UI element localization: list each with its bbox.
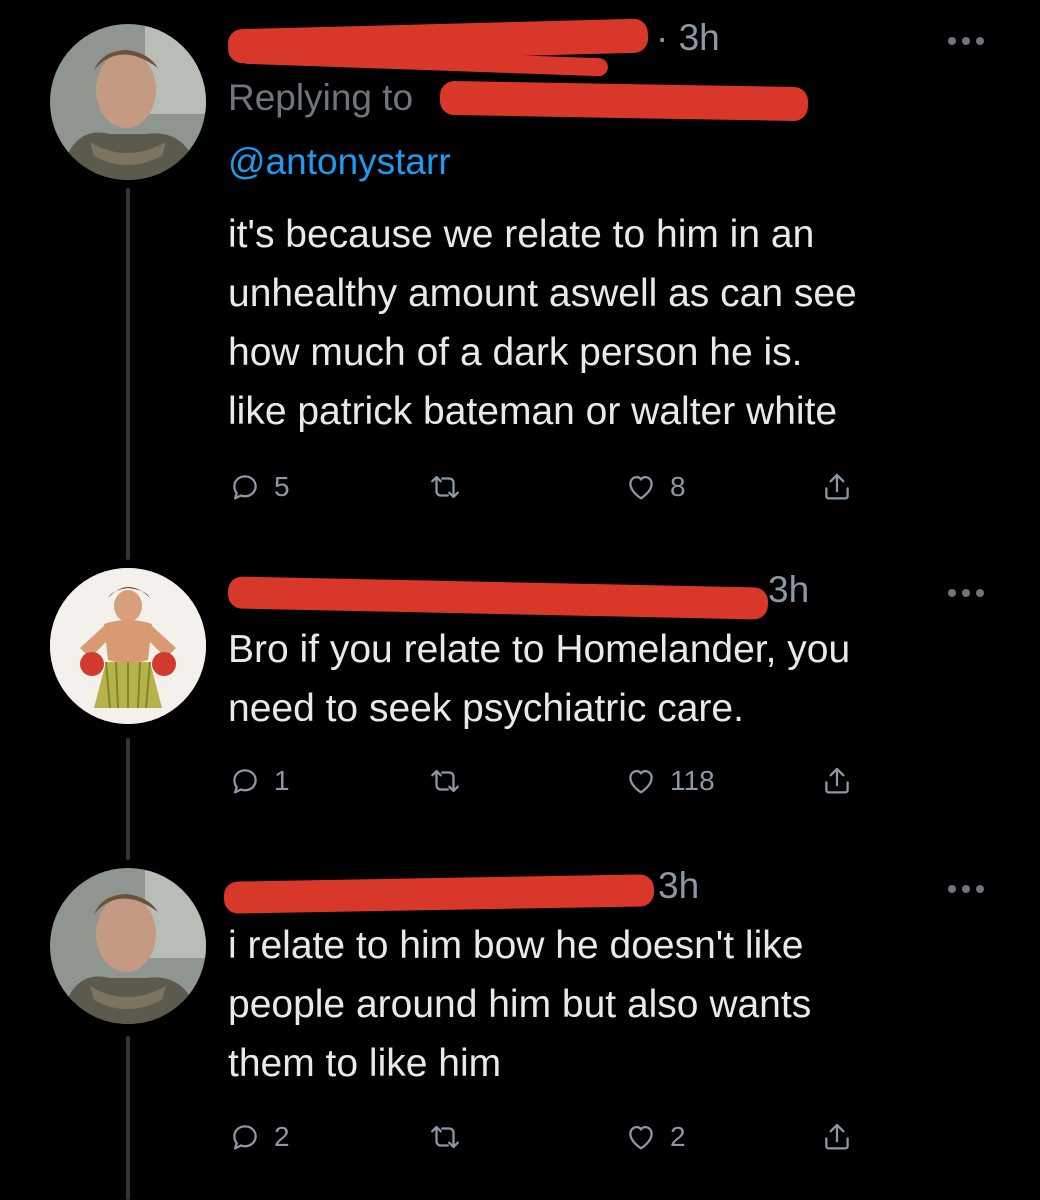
redacted-mention (439, 80, 809, 122)
retweet-button[interactable] (428, 462, 474, 512)
replying-to: Replying to (228, 76, 413, 120)
share-button[interactable] (820, 756, 854, 806)
tweet-text: i relate to him bow he doesn't like peop… (228, 924, 812, 1085)
like-count: 8 (670, 471, 686, 502)
reply-count: 2 (274, 1121, 290, 1152)
tweet-text: it's because we relate to him in an unhe… (228, 213, 857, 433)
redacted-username (223, 874, 655, 914)
retweet-icon (428, 1120, 462, 1154)
reply-icon (228, 764, 262, 798)
like-count: 2 (670, 1121, 686, 1152)
avatar[interactable] (50, 24, 206, 180)
mention-link[interactable]: @antonystarr (228, 140, 451, 184)
more-options-icon[interactable] (948, 882, 988, 894)
tweet-2[interactable]: 3h Bro if you relate to Homelander, you … (0, 560, 1040, 860)
reply-count: 5 (274, 471, 290, 502)
reply-button[interactable]: 1 (228, 756, 290, 806)
thread-line (126, 1036, 130, 1200)
like-button[interactable]: 8 (624, 462, 686, 512)
like-count: 118 (670, 765, 715, 796)
share-icon (820, 764, 854, 798)
timestamp[interactable]: · 3h (656, 16, 720, 60)
retweet-icon (428, 764, 462, 798)
retweet-button[interactable] (428, 756, 474, 806)
like-icon (624, 764, 658, 798)
redacted-username (227, 576, 769, 620)
replying-to-label: Replying to (228, 77, 414, 118)
more-options-icon[interactable] (948, 586, 988, 598)
share-button[interactable] (820, 1112, 854, 1162)
like-button[interactable]: 118 (624, 756, 715, 806)
thread-line (126, 738, 130, 860)
like-icon (624, 470, 658, 504)
share-button[interactable] (820, 462, 854, 512)
tweet-1[interactable]: · 3h Replying to @antonystarr it's becau… (0, 0, 1040, 560)
tweet-text: Bro if you relate to Homelander, you nee… (228, 628, 851, 730)
tweet-header: · 3h (227, 16, 928, 77)
timestamp[interactable]: 3h (768, 568, 809, 612)
like-icon (624, 1120, 658, 1154)
retweet-button[interactable] (428, 1112, 474, 1162)
timestamp[interactable]: 3h (658, 864, 699, 908)
reply-button[interactable]: 2 (228, 1112, 290, 1162)
tweet-actions: 2 2 (228, 1112, 868, 1162)
avatar[interactable] (50, 568, 206, 724)
reply-icon (228, 1120, 262, 1154)
reply-icon (228, 470, 262, 504)
tweet-actions: 5 8 (228, 462, 868, 512)
tweet-header: 3h (227, 568, 928, 620)
reply-button[interactable]: 5 (228, 462, 290, 512)
more-options-icon[interactable] (948, 34, 988, 46)
retweet-icon (428, 470, 462, 504)
tweet-header: 3h (223, 864, 928, 914)
tweet-actions: 1 118 (228, 756, 868, 806)
reply-count: 1 (274, 765, 290, 796)
avatar[interactable] (50, 868, 206, 1024)
thread-line (126, 188, 130, 560)
tweet-3[interactable]: 3h i relate to him bow he doesn't like p… (0, 860, 1040, 1200)
like-button[interactable]: 2 (624, 1112, 686, 1162)
share-icon (820, 1120, 854, 1154)
share-icon (820, 470, 854, 504)
